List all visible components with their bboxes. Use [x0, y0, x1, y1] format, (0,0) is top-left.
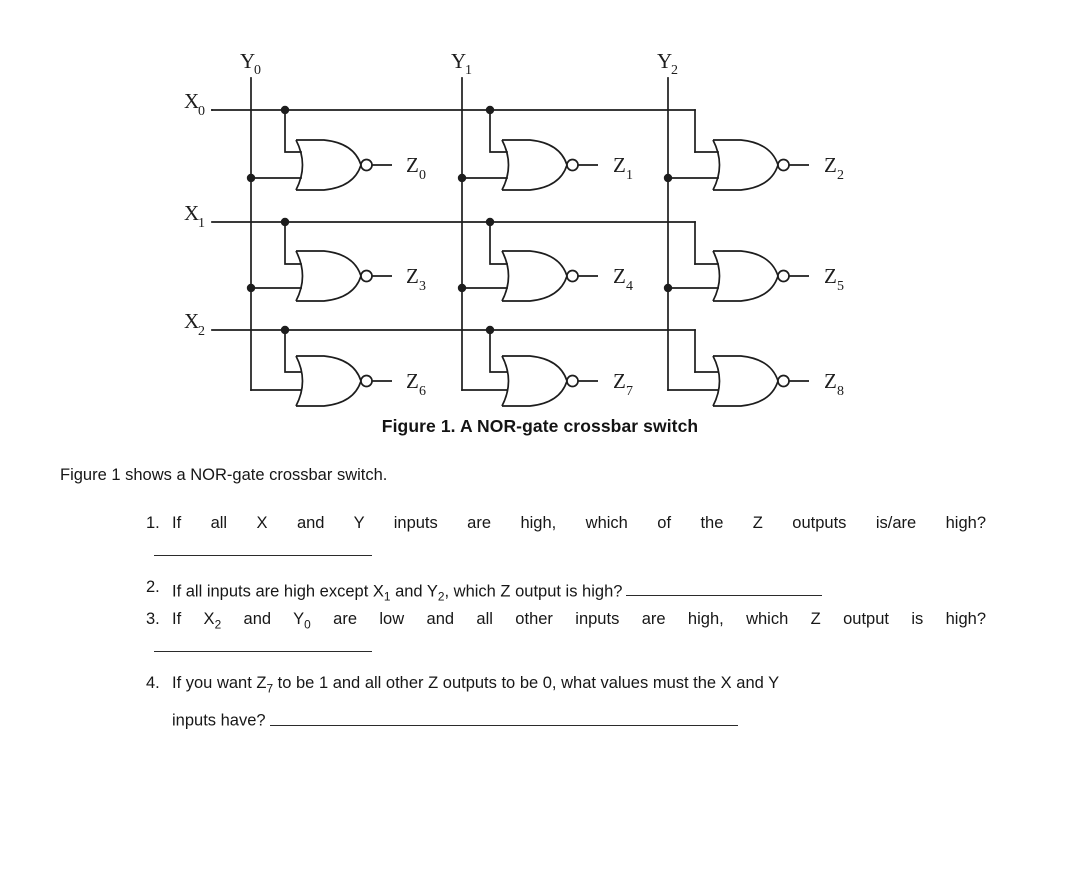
question-item-3: 3. If X2 and Y0 are low and all other in…: [146, 610, 987, 632]
z1-label-sub: 1: [626, 168, 633, 183]
z8-label: Z: [824, 369, 837, 393]
z4-label: Z: [613, 264, 626, 288]
question-item-2: 2. If all inputs are high except X1 and …: [146, 578, 986, 604]
question-2-number: 2.: [146, 578, 160, 596]
question-3-number: 3.: [146, 610, 160, 629]
gate-row-1: [295, 139, 810, 191]
y0-label: Y: [240, 49, 255, 73]
question-1-number: 1.: [146, 514, 160, 532]
gate-row-3: [295, 355, 810, 407]
y0-label-sub: 0: [254, 63, 261, 78]
x2-label: X: [184, 309, 199, 333]
question-4-text: If you want Z7 to be 1 and all other Z o…: [172, 674, 986, 730]
z2-label: Z: [824, 153, 837, 177]
nor-gate-z5: [712, 250, 810, 302]
question-1-text: If all X and Y inputs are high, which of…: [172, 514, 986, 532]
question-3-text-before: If X: [172, 610, 215, 629]
nor-gate-z8: [712, 355, 810, 407]
nor-gate-z1: [501, 139, 599, 191]
question-2-text-after: , which Z output is high?: [444, 582, 623, 601]
question-4-number: 4.: [146, 674, 160, 693]
x2-col1-tap: [284, 329, 302, 373]
z8-label-sub: 8: [837, 384, 844, 399]
question-4-line2: inputs have?: [172, 707, 986, 730]
nor-gate-z7: [501, 355, 599, 407]
nor-gate-z3: [295, 250, 393, 302]
question-2-answer-blank[interactable]: [626, 578, 823, 597]
question-3-text-middle: and Y: [221, 610, 305, 629]
y2-label-sub: 2: [671, 63, 678, 78]
x0-label: X: [184, 89, 199, 113]
question-3-sub-2: 0: [304, 617, 311, 632]
x2-label-sub: 2: [198, 324, 205, 339]
nor-gate-z4: [501, 250, 599, 302]
y1-label: Y: [451, 49, 466, 73]
z7-label-sub: 7: [626, 384, 633, 399]
x1-label: X: [184, 201, 199, 225]
x2-col2-tap: [489, 329, 508, 373]
question-3-text: If X2 and Y0 are low and all other input…: [172, 610, 987, 632]
z1-label: Z: [613, 153, 626, 177]
y2-label: Y: [657, 49, 672, 73]
y-axis-labels: Y 0 Y 1 Y 2: [240, 49, 678, 78]
nor-gate-crossbar-diagram: Y 0 Y 1 Y 2 X 0 X 1 X 2 Z 0 Z 1 Z 2 Z 3 …: [184, 49, 844, 407]
x0-label-sub: 0: [198, 104, 205, 119]
question-2-text: If all inputs are high except X1 and Y2,…: [172, 578, 986, 604]
question-4-line1-before: If you want Z: [172, 674, 267, 693]
z5-label: Z: [824, 264, 837, 288]
question-item-4: 4. If you want Z7 to be 1 and all other …: [146, 674, 986, 730]
z3-label: Z: [406, 264, 419, 288]
z6-label-sub: 6: [419, 384, 426, 399]
question-item-1: 1. If all X and Y inputs are high, which…: [146, 514, 986, 533]
z0-label: Z: [406, 153, 419, 177]
z2-label-sub: 2: [837, 168, 844, 183]
question-3-text-after: are low and all other inputs are high, w…: [310, 610, 987, 629]
question-2-sub-2: 2: [437, 589, 445, 604]
question-4-line1-after: to be 1 and all other Z outputs to be 0,…: [273, 674, 780, 693]
nor-gate-z2: [712, 139, 810, 191]
question-list: 1. If all X and Y inputs are high, which…: [146, 514, 986, 731]
question-4-answer-blank[interactable]: [269, 707, 738, 726]
figure-caption: Figure 1. A NOR-gate crossbar switch: [381, 416, 699, 436]
z5-label-sub: 5: [837, 279, 844, 294]
x-axis-labels: X 0 X 1 X 2: [184, 89, 205, 339]
z4-label-sub: 4: [626, 279, 633, 294]
nor-gate-z0: [295, 139, 393, 191]
question-2-text-middle: and Y: [390, 582, 438, 601]
gate-row-2: [295, 250, 810, 302]
y1-label-sub: 1: [465, 63, 472, 78]
z3-label-sub: 3: [419, 279, 426, 294]
z7-label: Z: [613, 369, 626, 393]
question-4-line2-text: inputs have?: [172, 711, 266, 730]
intro-sentence: Figure 1 shows a NOR-gate crossbar switc…: [60, 466, 388, 484]
z6-label: Z: [406, 369, 419, 393]
figure-region: Y 0 Y 1 Y 2 X 0 X 1 X 2 Z 0 Z 1 Z 2 Z 3 …: [0, 0, 1080, 410]
z0-label-sub: 0: [419, 168, 426, 183]
x1-label-sub: 1: [198, 216, 205, 231]
nor-gate-z6: [295, 355, 393, 407]
question-2-text-before: If all inputs are high except X: [172, 582, 384, 601]
